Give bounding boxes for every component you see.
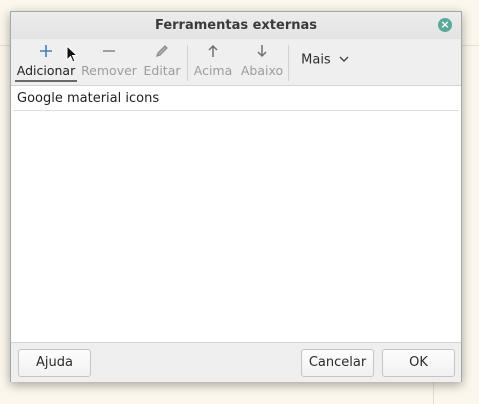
dialog-footer: Ajuda Cancelar OK [11, 342, 461, 382]
toolbar-separator [288, 45, 289, 81]
tools-list: Google material icons [13, 87, 459, 342]
move-up-button-label: Acima [193, 63, 233, 78]
ok-button[interactable]: OK [382, 349, 455, 377]
dialog-titlebar[interactable]: Ferramentas externas × [11, 12, 461, 40]
more-menu-label: Mais [301, 52, 331, 68]
edit-button-label: Editar [143, 63, 181, 78]
mouse-cursor-icon [66, 44, 79, 67]
toolbar: Adicionar Remover Editar Acima Abaixo Ma… [11, 39, 461, 86]
chevron-down-icon [339, 42, 349, 78]
minus-icon [79, 44, 139, 64]
more-menu-button[interactable]: Mais [297, 42, 353, 82]
edit-button[interactable]: Editar [142, 42, 182, 82]
list-item[interactable]: Google material icons [13, 87, 459, 111]
move-down-button-label: Abaixo [240, 63, 284, 78]
move-down-button[interactable]: Abaixo [239, 42, 285, 82]
remove-button-label: Remover [81, 63, 137, 78]
cancel-button[interactable]: Cancelar [301, 349, 374, 377]
move-up-button[interactable]: Acima [193, 42, 233, 82]
dialog-title: Ferramentas externas [154, 18, 318, 33]
list-item-label: Google material icons [17, 91, 160, 106]
arrow-down-icon [239, 44, 285, 64]
pencil-icon [142, 44, 182, 64]
help-button[interactable]: Ajuda [18, 349, 91, 377]
remove-button[interactable]: Remover [79, 42, 139, 82]
arrow-up-icon [193, 44, 233, 64]
close-icon[interactable]: × [438, 18, 452, 32]
toolbar-separator [187, 45, 188, 81]
